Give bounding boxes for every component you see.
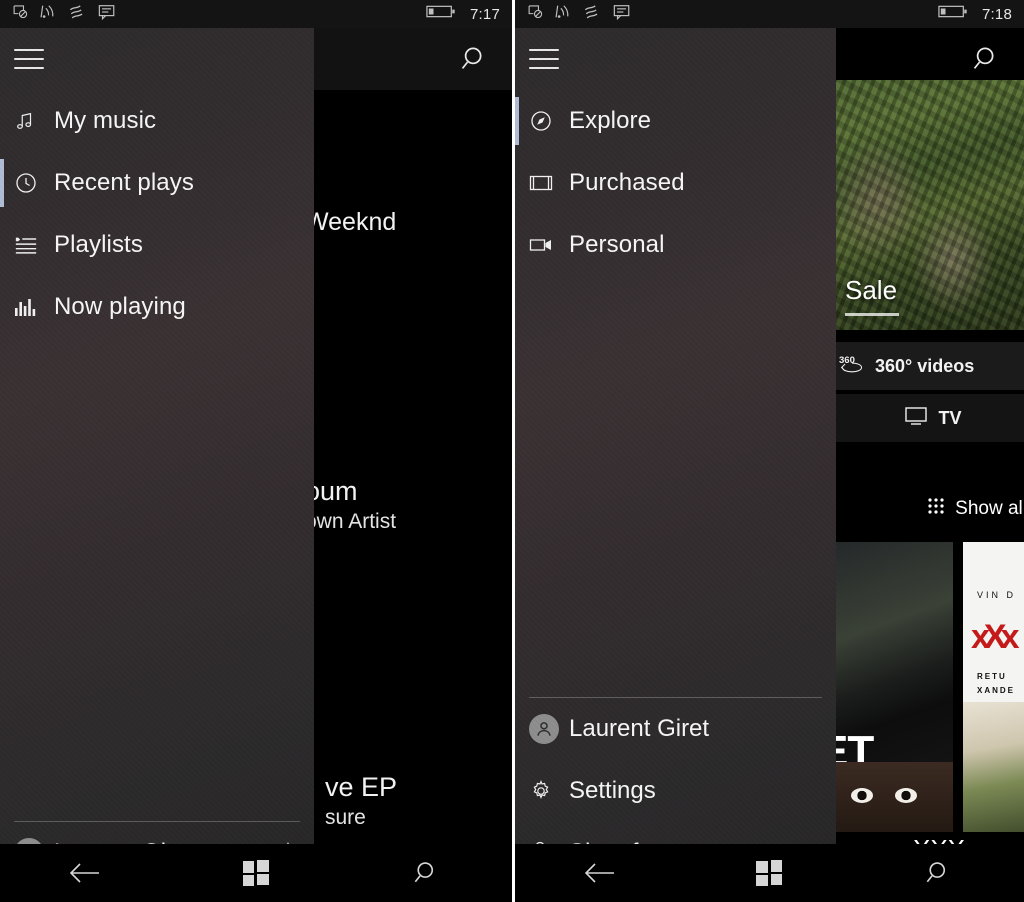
sidebar-item-label: Personal	[569, 231, 665, 258]
clock-icon	[14, 171, 54, 195]
wifi-icon	[584, 4, 602, 25]
search-icon[interactable]	[894, 844, 984, 902]
sidebar-item-label: Now playing	[54, 293, 186, 320]
sidebar-item-settings[interactable]: Settings	[515, 760, 836, 822]
navigation-drawer-music: My music Recent plays Playlists Now play…	[0, 28, 314, 902]
system-nav-bar-movies	[515, 844, 1024, 902]
status-icons-left	[527, 3, 631, 25]
hamburger-row	[0, 28, 314, 90]
sidebar-item-label: Playlists	[54, 231, 143, 258]
film-icon	[529, 174, 569, 192]
dual-phone-screenshot: Weeknd oum own Artist ve EP sure My musi…	[0, 0, 1024, 902]
status-bar-music: 7:17	[0, 0, 512, 28]
sms-icon	[613, 4, 631, 25]
sidebar-item-label: Settings	[569, 777, 656, 804]
bg-album-artist-text: own Artist	[305, 510, 397, 533]
360-icon: 360	[839, 353, 865, 380]
poster-sub1: RETU	[977, 672, 1007, 681]
person-avatar-icon	[529, 714, 559, 744]
compass-icon	[529, 109, 569, 133]
xxx-poster[interactable]: VIN D xXx RETU XANDE	[963, 542, 1024, 832]
sidebar-item-label: My music	[54, 107, 157, 134]
row-label: TV	[938, 407, 962, 428]
search-icon-movies[interactable]	[972, 44, 1002, 79]
hamburger-row	[515, 28, 836, 90]
tv-monitor-icon	[904, 406, 928, 431]
drawer-spacer	[515, 276, 836, 697]
sidebar-item-personal[interactable]: Personal	[515, 214, 836, 276]
row-360-videos[interactable]: 360 360° videos	[833, 342, 1024, 390]
search-icon-music[interactable]	[460, 44, 490, 79]
sms-icon	[98, 4, 116, 25]
sidebar-item-label: Purchased	[569, 169, 685, 196]
status-icons-right: 7:18	[938, 4, 1012, 24]
status-time: 7:17	[470, 5, 500, 23]
hero-promo-tile[interactable]: Sale	[833, 80, 1024, 330]
status-icons-left	[12, 3, 116, 25]
wifi-icon	[69, 4, 87, 25]
status-icons-right: 7:17	[426, 4, 500, 24]
poster-eyes-art	[833, 762, 953, 832]
account-name: Laurent Giret	[569, 715, 710, 742]
drawer-menu-movies: Explore Purchased Personal	[515, 90, 836, 276]
bg-artist-text: Weeknd	[305, 208, 397, 236]
sidebar-item-recent-plays[interactable]: Recent plays	[0, 152, 314, 214]
phone-screen-movies-tv: Sale 360 360° videos TV Show all T VIN D…	[512, 0, 1024, 902]
bg-ep-text: ve EP	[325, 772, 398, 802]
hamburger-menu-icon[interactable]	[529, 49, 559, 69]
windows-icon[interactable]	[724, 844, 814, 902]
sidebar-item-purchased[interactable]: Purchased	[515, 152, 836, 214]
back-icon[interactable]	[40, 844, 130, 902]
cellular-signal-icon	[555, 3, 573, 25]
drawer-menu-music: My music Recent plays Playlists Now play…	[0, 90, 314, 338]
cellular-signal-icon	[40, 3, 58, 25]
svg-text:360: 360	[839, 355, 855, 366]
screen-cast-blocked-icon	[12, 3, 29, 25]
avatar	[529, 714, 569, 744]
battery-low-icon	[426, 4, 456, 24]
get-out-poster[interactable]: ET OUT	[833, 542, 953, 832]
hero-label: Sale	[845, 275, 898, 305]
account-row-movies[interactable]: Laurent Giret	[515, 698, 836, 760]
sidebar-item-now-playing[interactable]: Now playing	[0, 276, 314, 338]
phone-screen-music: Weeknd oum own Artist ve EP sure My musi…	[0, 0, 512, 902]
sidebar-item-label: Explore	[569, 107, 652, 134]
poster-logo: xXx	[971, 618, 1019, 656]
row-tv[interactable]: TV	[833, 394, 1024, 442]
bg-ep-sub-text: sure	[325, 806, 366, 829]
music-note-icon	[14, 110, 54, 132]
gear-icon	[529, 779, 569, 803]
camcorder-icon	[529, 236, 569, 254]
status-bar-movies: 7:18	[515, 0, 1024, 28]
system-nav-bar-music	[0, 844, 512, 902]
equalizer-icon	[14, 298, 54, 316]
sidebar-item-explore[interactable]: Explore	[515, 90, 836, 152]
sidebar-item-my-music[interactable]: My music	[0, 90, 314, 152]
hamburger-menu-icon[interactable]	[14, 49, 44, 69]
row-label: 360° videos	[875, 355, 975, 376]
show-all-label: Show all	[955, 498, 1024, 519]
poster-carousel: ET OUT VIN D xXx RETU XANDE	[833, 542, 1024, 832]
back-icon[interactable]	[555, 844, 645, 902]
search-icon[interactable]	[382, 844, 472, 902]
battery-low-icon	[938, 4, 968, 24]
grid-dots-icon	[927, 497, 945, 521]
hero-underline	[845, 313, 899, 316]
show-all-button[interactable]: Show all	[833, 480, 1024, 538]
navigation-drawer-movies: Explore Purchased Personal Laurent Giret…	[515, 28, 836, 902]
poster-beach-art	[963, 702, 1024, 832]
windows-icon[interactable]	[211, 844, 301, 902]
playlist-icon	[14, 235, 54, 255]
status-time: 7:18	[982, 5, 1012, 23]
drawer-spacer	[0, 338, 314, 821]
sidebar-item-playlists[interactable]: Playlists	[0, 214, 314, 276]
sidebar-item-label: Recent plays	[54, 169, 194, 196]
poster-credit: VIN D	[977, 590, 1017, 600]
poster-sub2: XANDE	[977, 686, 1016, 695]
screen-cast-blocked-icon	[527, 3, 544, 25]
